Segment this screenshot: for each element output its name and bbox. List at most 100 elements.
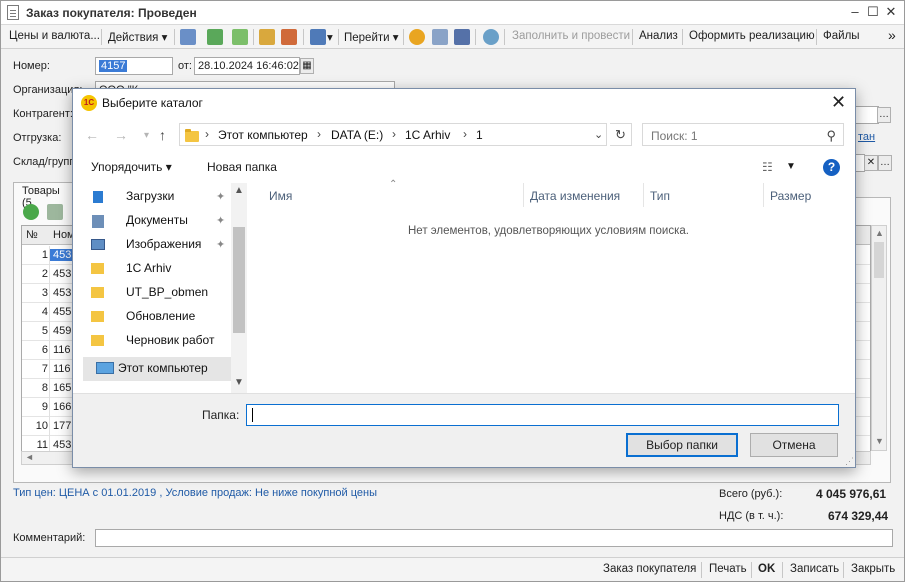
nav-item[interactable]: 1C Arhiv — [126, 261, 171, 275]
forward-arrow-icon[interactable]: → — [114, 127, 128, 143]
add-row-icon[interactable] — [23, 204, 39, 220]
date-field[interactable]: 28.10.2024 16:46:02 — [194, 57, 300, 75]
column-separator[interactable] — [763, 183, 764, 207]
dialog-close-icon[interactable]: ✕ — [831, 92, 846, 113]
clock-icon[interactable] — [483, 29, 499, 45]
fill-and-post-button[interactable]: Заполнить и провести — [512, 30, 630, 42]
post-icon[interactable] — [180, 29, 196, 45]
issue-sale-button[interactable]: Оформить реализацию — [689, 30, 815, 42]
price-type-info[interactable]: Тип цен: ЦЕНА с 01.01.2019 , Условие про… — [13, 487, 377, 499]
chevron-right-icon[interactable]: › — [317, 127, 321, 141]
view-dropdown-icon[interactable]: ▼ — [786, 161, 796, 172]
cancel-button[interactable]: Отмена — [750, 433, 838, 457]
comment-field[interactable] — [95, 529, 893, 547]
row-nomenclature[interactable]: 459 — [53, 325, 71, 337]
nav-item[interactable]: Обновление — [126, 309, 195, 323]
close-button[interactable]: Закрыть — [851, 563, 895, 575]
order-button[interactable]: Заказ покупателя — [603, 563, 696, 575]
row-nomenclature[interactable]: 166 — [53, 401, 71, 413]
goods-table-scrollbar[interactable]: ▲ ▼ — [871, 225, 887, 451]
more-chevron-icon[interactable]: » — [888, 27, 896, 43]
breadcrumb-current[interactable]: 1 — [476, 128, 483, 142]
search-input[interactable]: Поиск: 1 — [651, 129, 698, 143]
col-type-header[interactable]: Тип — [650, 189, 670, 203]
row-nomenclature[interactable]: 116 — [53, 363, 71, 375]
shipment-link[interactable]: тан — [858, 131, 875, 143]
row-nomenclature[interactable]: 453 — [53, 287, 71, 299]
save-button[interactable]: Записать — [790, 563, 839, 575]
breadcrumb-1c-arhiv[interactable]: 1C Arhiv — [405, 128, 450, 142]
scroll-thumb[interactable] — [233, 227, 245, 333]
tab-goods[interactable]: Товары (5 — [13, 182, 75, 209]
address-bar[interactable]: › Этот компьютер › DATA (E:) › 1C Arhiv … — [179, 123, 607, 146]
column-separator[interactable] — [643, 183, 644, 207]
col-modified-header[interactable]: Дата изменения — [530, 189, 620, 203]
row-nomenclature[interactable]: 453 — [53, 268, 71, 280]
based-on-dropdown-icon[interactable]: ▾ — [327, 30, 333, 44]
minimize-icon[interactable]: – — [847, 4, 863, 20]
based-on-icon[interactable] — [310, 29, 326, 45]
col-name-header[interactable]: Имя — [269, 189, 292, 203]
resize-grip-icon[interactable]: ⋰ — [845, 456, 854, 467]
row-nomenclature[interactable]: 116 — [53, 344, 71, 356]
column-separator[interactable] — [523, 183, 524, 207]
prices-button[interactable]: Цены и валюта... — [9, 30, 100, 42]
pin-icon[interactable]: ✦ — [216, 238, 225, 251]
movements-icon[interactable] — [281, 29, 297, 45]
files-button[interactable]: Файлы — [823, 30, 860, 42]
new-folder-button[interactable]: Новая папка — [207, 160, 277, 174]
chevron-right-icon[interactable]: › — [205, 127, 209, 141]
actions-menu[interactable]: Действия ▾ — [108, 30, 167, 44]
row-nomenclature[interactable]: 165 — [53, 382, 71, 394]
maximize-icon[interactable]: ☐ — [865, 4, 881, 20]
warehouse-select-button[interactable]: … — [878, 155, 892, 171]
nav-item[interactable]: Черновик работ — [126, 333, 214, 347]
pin-icon[interactable]: ✦ — [216, 190, 225, 203]
breadcrumb-drive[interactable]: DATA (E:) — [331, 128, 383, 142]
row-nomenclature[interactable]: 453 — [50, 249, 75, 261]
structure-tree-icon[interactable] — [454, 29, 470, 45]
chevron-right-icon[interactable]: › — [463, 127, 467, 141]
col-size-header[interactable]: Размер — [770, 189, 811, 203]
nav-item[interactable]: Документы — [126, 213, 188, 227]
help-icon[interactable] — [409, 29, 425, 45]
pin-icon[interactable]: ✦ — [216, 214, 225, 227]
refresh-icon[interactable] — [207, 29, 223, 45]
counterparty-select-button[interactable]: … — [877, 107, 891, 123]
chevron-right-icon[interactable]: › — [392, 127, 396, 141]
row-nomenclature[interactable]: 455 — [53, 306, 71, 318]
list-icon[interactable] — [432, 29, 448, 45]
back-arrow-icon[interactable]: ← — [85, 127, 99, 143]
scroll-down-icon[interactable]: ▼ — [234, 377, 244, 388]
folder-name-input[interactable] — [246, 404, 839, 426]
clear-icon[interactable]: ✕ — [864, 155, 878, 171]
nav-item[interactable]: UT_BP_obmen — [126, 285, 208, 299]
go-menu[interactable]: Перейти ▾ — [344, 30, 399, 44]
close-icon[interactable]: ✕ — [883, 4, 899, 20]
recent-dropdown-icon[interactable]: ▾ — [144, 130, 149, 141]
calendar-icon[interactable]: ▦ — [300, 58, 314, 74]
nav-item-this-pc[interactable]: Этот компьютер — [118, 361, 208, 375]
refresh-icon[interactable]: ↻ — [610, 123, 632, 146]
breadcrumb-this-pc[interactable]: Этот компьютер — [218, 128, 308, 142]
up-arrow-icon[interactable]: ↑ — [159, 127, 166, 143]
scroll-up-icon[interactable]: ▲ — [234, 185, 244, 196]
row-nomenclature[interactable]: 177 — [53, 420, 71, 432]
copy-icon[interactable] — [232, 29, 248, 45]
select-folder-button[interactable]: Выбор папки — [626, 433, 738, 457]
help-icon[interactable]: ? — [823, 159, 840, 176]
navigation-scrollbar[interactable]: ▲ ▼ — [231, 183, 247, 393]
search-box[interactable]: Поиск: 1 ⚲ — [642, 123, 844, 146]
address-dropdown-icon[interactable]: ⌄ — [594, 128, 603, 141]
view-options-icon[interactable]: ☷ — [762, 160, 773, 174]
organize-menu[interactable]: Упорядочить ▾ — [91, 160, 172, 174]
row-nomenclature[interactable]: 453 — [53, 439, 71, 451]
copy-row-icon[interactable] — [47, 204, 63, 220]
analysis-button[interactable]: Анализ — [639, 30, 678, 42]
ok-button[interactable]: OK — [758, 563, 775, 575]
print-button[interactable]: Печать — [709, 563, 747, 575]
structure-icon[interactable] — [259, 29, 275, 45]
nav-item[interactable]: Загрузки — [126, 189, 174, 203]
nav-item[interactable]: Изображения — [126, 237, 201, 251]
number-field[interactable]: 4157 — [95, 57, 173, 75]
